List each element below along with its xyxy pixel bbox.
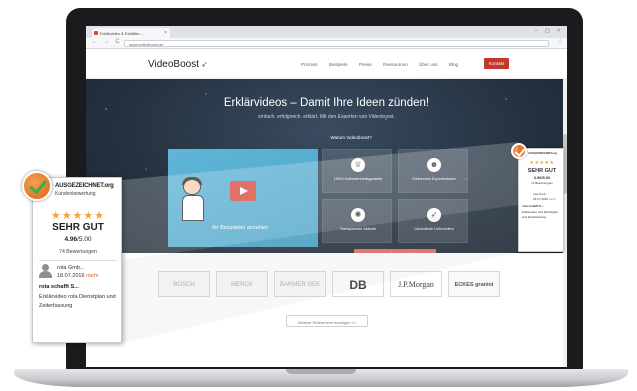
feature-transparency: ✺ Transparente Abläufe [322,199,392,243]
contact-button[interactable]: Kontakt [484,58,509,69]
rocket-icon: ➶ [200,60,208,69]
divider [39,260,117,261]
tab-close-icon[interactable]: × [164,30,167,36]
feature-label: 100% Zufriedenheitsgarantie [333,177,383,181]
avatar-icon [39,264,52,278]
browser-tab[interactable]: Erklärvideo & Erkläflm-... × [92,28,170,38]
mini-score: 4.96/5.00 [533,175,551,180]
review-body: Erklärvideo rota Dienstplan und Zeiterfa… [39,294,116,309]
hero-subtitle: einfach. erfolgreich. erklärt. Mit den E… [258,114,395,120]
laptop-mockup: Erklärvideo & Erkläflm-... × – ▢ × ← → C… [0,0,637,391]
rating-score: 4.96/5.00 [33,236,123,243]
main-nav: Prozess Beispiele Preise Ressourcen Über… [301,62,468,67]
mini-count: 74 Bewertungen [531,181,553,185]
laptop-notch [286,369,356,374]
cartoon-character [180,177,206,223]
score-max: /5.00 [77,236,92,243]
tab-title: Erklärvideo & Erkläflm-... [100,31,145,36]
nav-item-prozess[interactable]: Prozess [301,62,318,67]
rocket-icon: ➶ [427,208,441,222]
laptop-screen: Erklärvideo & Erkläflm-... × – ▢ × ← → C… [86,26,567,367]
window-controls[interactable]: – ▢ × [535,28,563,34]
award-seal-icon [22,171,52,201]
bulb-icon: ✺ [351,208,365,222]
mini-grade: SEHR GUT [527,168,557,174]
browser-tab-bar: Erklärvideo & Erkläflm-... × – ▢ × [86,26,567,38]
ref-logo-eckes: ECKES granini [448,271,500,297]
rating-widget-small[interactable]: AUSGEZEICHNET.org ★★★★★ SEHR GUT 4.96/5.… [511,143,564,252]
bookmark-star-icon[interactable]: ☆ [558,38,563,45]
review-date-text: 18.07.2016 [57,273,85,279]
review-headline: rota schafft S... [39,284,79,290]
more-link[interactable]: mehr [86,273,99,279]
mini-title: AUSGEZEICHNET.org [528,151,557,155]
character-body [182,195,204,221]
mini-more-link[interactable]: mehr [549,197,556,201]
character-head [183,179,201,195]
nav-item-preise[interactable]: Preise [359,62,372,67]
ref-logo-jpmorgan: J.P.Morgan [390,271,442,297]
more-references-button[interactable]: Weitere Referenzen anzeigen >> [286,315,368,327]
award-seal-icon [511,143,527,159]
ref-logo-db: DB [332,271,384,297]
mini-date: 18.07.2016 mehr [533,197,563,201]
rating-count: 74 Bewertungen [59,249,97,255]
rating-widget[interactable]: AUSGEZEICHNET.org Kundenbewertung ★★★★★ … [22,171,123,343]
site-header: VideoBoost ➶ Prozess Beispiele Preise Res… [86,49,567,79]
mini-stars: ★★★★★ [529,160,555,166]
feature-delivery: ➶ Garantierte Lieferzeiten [398,199,468,243]
video-player[interactable]: Ihr Beispielen ansehen [168,149,318,247]
why-heading: Warum Videoboost? [330,135,372,140]
video-caption: Ihr Beispielen ansehen [212,225,268,231]
ref-logo-bosch: BOSCH [158,271,210,297]
nav-arrows-icon[interactable]: ← → C [92,39,122,45]
badge-title: AUSGEZEICHNET.org [55,183,114,189]
ref-logo-merck: MERCK [216,271,268,297]
mini-review-head: rota schafft S... [522,204,544,208]
feature-team: ☻ Erfahrenes Expertenteam [398,149,468,193]
feature-label: Erfahrenes Expertenteam [412,177,456,181]
mini-review-body: Erklärvideo rota Dienstplan und Zeiterfa… [522,210,559,219]
mini-reviewer: rota Gmb... [533,192,549,196]
play-icon[interactable] [230,181,256,201]
feature-satisfaction: ♕ 100% Zufriedenheitsgarantie [322,149,392,193]
nav-item-ueber-uns[interactable]: Über uns [419,62,438,67]
favicon-icon [94,31,98,35]
feature-label: Garantierte Lieferzeiten [414,227,454,231]
browser-toolbar: ← → C www.videoboost.de ☆ [86,38,567,49]
rating-stars-icon: ★★★★★ [50,210,106,222]
feature-label: Transparente Abläufe [339,227,377,231]
address-bar[interactable]: www.videoboost.de [124,40,549,47]
nav-item-blog[interactable]: Blog [449,62,458,67]
nav-item-ressourcen[interactable]: Ressourcen [383,62,408,67]
reviewer-name: rota Gmb... [57,265,85,271]
references-section: BOSCH MERCK BARMER GEK DB J.P.Morgan ECK… [86,253,567,367]
score-value: 4.96 [64,236,78,243]
ref-logo-barmer: BARMER GEK [274,271,326,297]
nav-item-beispiele[interactable]: Beispiele [329,62,348,67]
site-logo[interactable]: VideoBoost ➶ [148,59,208,70]
logo-text: VideoBoost [148,59,199,70]
hero-section: Erklärvideos – Damit Ihre Ideen zünden! … [86,79,567,261]
review-date: 18.07.2016 mehr [57,273,99,279]
badge-subtitle: Kundenbewertung [55,191,96,197]
trophy-icon: ♕ [351,158,365,172]
hero-title: Erklärvideos – Damit Ihre Ideen zünden! [223,97,430,109]
mini-date-text: 18.07.2016 [533,197,549,201]
team-icon: ☻ [427,158,441,172]
rating-grade: SEHR GUT [52,222,104,233]
